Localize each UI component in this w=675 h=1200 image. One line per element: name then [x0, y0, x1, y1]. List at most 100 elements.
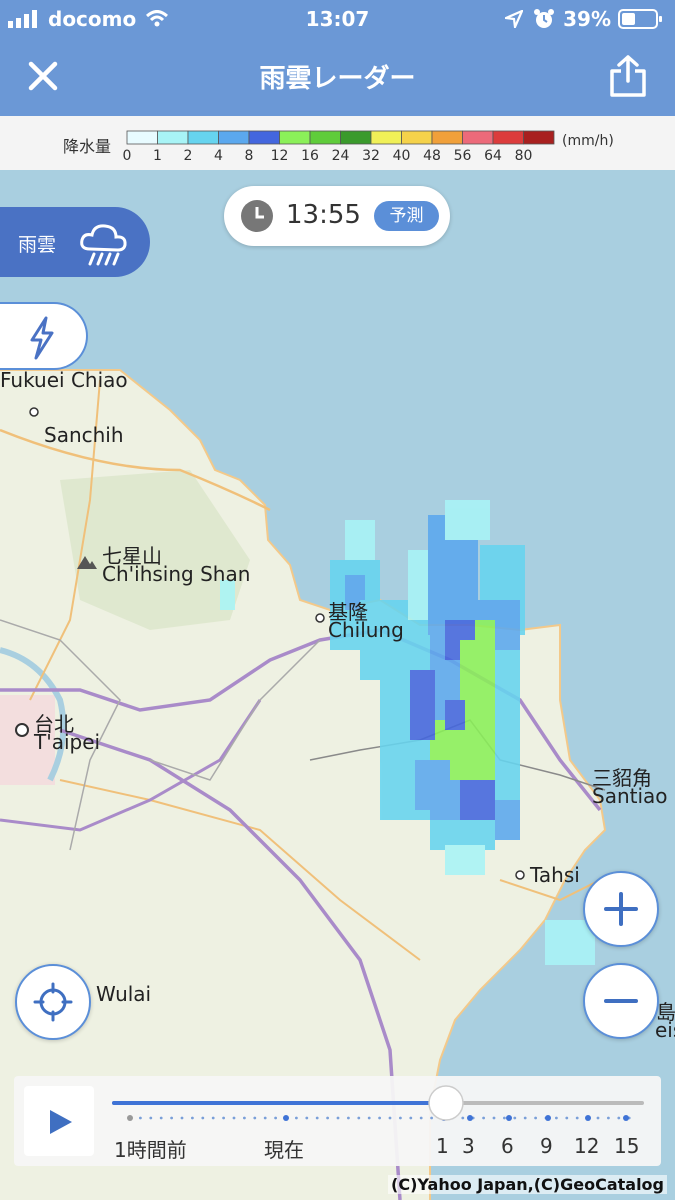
timeline-slider[interactable] — [14, 1076, 661, 1136]
timeline-tick-dot — [378, 1116, 381, 1120]
rain-cloud-icon — [80, 224, 127, 266]
legend-swatch — [126, 130, 158, 145]
forecast-time: 13:55 — [286, 200, 361, 230]
current-location-button[interactable] — [15, 964, 91, 1040]
crosshair-icon — [33, 982, 73, 1022]
timeline-tick-dot — [211, 1116, 215, 1120]
timeline-tick-dot — [326, 1116, 329, 1120]
timeline-tick-dot — [159, 1116, 163, 1120]
timeline-tick-dot — [201, 1116, 205, 1120]
location-arrow-icon — [505, 10, 523, 28]
timeline-tick-dot — [149, 1116, 153, 1120]
alarm-icon — [534, 9, 554, 28]
timeline-panel: 1時間前 現在 1 3 6 9 12 15 — [14, 1076, 661, 1166]
timeline-tick-dot — [555, 1116, 558, 1120]
legend-tick-label: 64 — [484, 148, 502, 164]
legend-tick-label: 12 — [271, 148, 289, 164]
timeline-tick-dot — [295, 1116, 298, 1120]
legend-swatch — [492, 130, 524, 145]
timeline-tick-dot — [315, 1116, 319, 1120]
legend-tick-label: 4 — [214, 148, 223, 164]
legend-swatch — [462, 130, 494, 145]
layer-tab-label: 雨雲 — [18, 234, 57, 256]
map-label-wulai: Wulai — [96, 982, 152, 1006]
map-label-santiao-en: Santiao — [592, 784, 668, 808]
city-dot-tahsi — [515, 870, 525, 880]
timeline-tick-dot — [139, 1116, 142, 1120]
timeline-label-15: 15 — [614, 1134, 640, 1158]
share-icon[interactable] — [608, 54, 648, 98]
timeline-tick-dot — [170, 1116, 174, 1120]
timeline-knob[interactable] — [428, 1085, 464, 1121]
legend-swatch — [401, 130, 433, 145]
timeline-tick-dot — [617, 1116, 621, 1120]
timeline-tick-dot — [274, 1116, 277, 1120]
legend-tick-label: 2 — [184, 148, 193, 164]
legend-tick-label: 80 — [515, 148, 533, 164]
forecast-time-pill: 13:55 予測 — [224, 186, 450, 246]
clock-icon — [241, 200, 273, 232]
timeline-tick-dot — [388, 1116, 392, 1120]
timeline-tick-dot — [596, 1116, 600, 1120]
legend-swatch — [248, 130, 280, 145]
timeline-tick-dot — [243, 1116, 246, 1120]
page-title: 雨雲レーダー — [259, 64, 416, 94]
legend-swatch — [279, 130, 311, 145]
zoom-out-button[interactable] — [583, 963, 659, 1039]
map-copyright: (C)Yahoo Japan,(C)GeoCatalog — [388, 1175, 667, 1194]
rain-cloud-layer-tab[interactable]: 雨雲 — [0, 207, 150, 277]
map-label-fukuei: Fukuei Chiao — [0, 368, 128, 392]
status-bar: docomo 13:07 39% — [0, 0, 675, 38]
timeline-tick-dot — [180, 1116, 184, 1120]
nav-bar: 雨雲レーダー — [0, 38, 675, 116]
legend-scale: 0 1 2 4 8 12 16 24 32 40 48 56 64 80 — [123, 130, 555, 164]
timeline-tick-dot — [607, 1116, 610, 1120]
legend-swatch — [370, 130, 402, 145]
legend-tick-label: 32 — [362, 148, 380, 164]
legend-swatch — [340, 130, 372, 145]
map-label-qixingshan-en: Ch'ihsing Shan — [102, 562, 251, 586]
timeline-tick-dot — [523, 1116, 527, 1120]
timeline-tick-dot — [492, 1116, 496, 1120]
plus-icon — [604, 892, 638, 926]
map-canvas — [0, 369, 607, 1200]
map-label-tahsi: Tahsi — [530, 863, 580, 887]
timeline-tick-dot — [336, 1116, 340, 1120]
legend-swatch — [431, 130, 463, 145]
lightning-layer-tab[interactable] — [0, 302, 88, 370]
timeline-label-now: 現在 — [264, 1138, 304, 1162]
timeline-major-dot — [585, 1115, 591, 1121]
timeline-tick-dot — [534, 1116, 537, 1120]
legend-swatch — [523, 130, 555, 145]
timeline-major-dot — [545, 1115, 551, 1121]
timeline-tick-dot — [367, 1116, 371, 1120]
map-label-keelung-en: Chilung — [328, 618, 404, 642]
timeline-tick-dot — [409, 1116, 413, 1120]
timeline-major-dot — [623, 1115, 629, 1121]
timeline-tick-dot — [461, 1116, 465, 1120]
timeline-label-1: 1 — [436, 1134, 449, 1158]
city-dot-keelung — [315, 613, 325, 623]
timeline-tick-dot — [482, 1116, 485, 1120]
map-label-sanchih: Sanchih — [44, 423, 124, 447]
radar-map[interactable] — [0, 170, 675, 1200]
timeline-tick-dot — [357, 1116, 361, 1120]
timeline-label-12: 12 — [574, 1134, 600, 1158]
map-label-island-en: eish — [655, 1018, 675, 1042]
legend-tick-label: 16 — [301, 148, 319, 164]
legend-tick-label: 48 — [423, 148, 441, 164]
legend-unit: (mm/h) — [562, 133, 614, 149]
timeline-tick-dot — [513, 1116, 517, 1120]
zoom-in-button[interactable] — [583, 871, 659, 947]
timeline-tick-dot — [191, 1116, 194, 1120]
legend-tick-label: 56 — [454, 148, 472, 164]
timeline-major-dot — [127, 1115, 133, 1121]
map-label-taipei-en: T'aipei — [34, 730, 101, 754]
timeline-label-9: 9 — [540, 1134, 553, 1158]
legend-tick-label: 24 — [332, 148, 350, 164]
timeline-tick-dot — [419, 1116, 423, 1120]
precipitation-legend: 降水量 0 1 2 4 8 12 16 24 32 40 48 56 64 80 (mm/h) — [0, 116, 675, 170]
legend-tick-label: 0 — [123, 148, 132, 164]
timeline-tick-dot — [399, 1116, 402, 1120]
timeline-tick-dot — [503, 1116, 506, 1120]
